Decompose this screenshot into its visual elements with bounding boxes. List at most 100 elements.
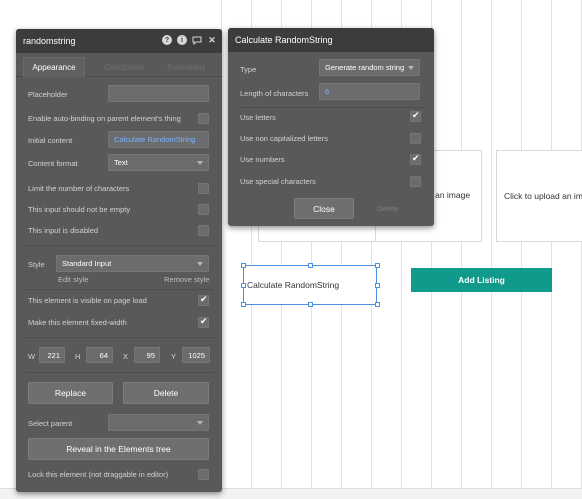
initial-content-input[interactable]: Calculate RandomString <box>108 131 209 148</box>
tab-appearance[interactable]: Appearance <box>23 57 85 77</box>
y-value: 1025 <box>188 350 205 360</box>
visible-on-load-label: This element is visible on page load <box>28 296 147 305</box>
select-parent-select[interactable] <box>108 414 209 431</box>
style-label: Style <box>28 260 45 269</box>
delete-action-link[interactable]: Delete <box>377 204 399 213</box>
use-numbers-label: Use numbers <box>240 155 285 164</box>
content-format-select[interactable]: Text <box>108 154 209 171</box>
placeholder-input[interactable] <box>108 85 209 102</box>
width-input[interactable]: 221 <box>39 347 65 363</box>
tab-bar: Appearance Conditional Transitions <box>16 53 222 77</box>
resize-handle[interactable] <box>308 302 313 307</box>
y-input[interactable]: 1025 <box>182 347 210 363</box>
type-value: Generate random string <box>325 63 405 72</box>
use-numbers-checkbox[interactable] <box>410 153 421 165</box>
resize-handle[interactable] <box>241 283 246 288</box>
content-format-value: Text <box>114 158 128 167</box>
workflow-action-panel: Calculate RandomString Type Generate ran… <box>228 28 434 226</box>
replace-button[interactable]: Replace <box>28 382 113 404</box>
divider <box>26 372 214 373</box>
tab-label: Conditional <box>103 62 145 72</box>
grid-line <box>491 0 492 499</box>
placeholder-label: Placeholder <box>28 90 68 99</box>
height-value: 64 <box>99 350 108 360</box>
tab-conditional[interactable]: Conditional <box>96 57 152 77</box>
not-empty-checkbox[interactable] <box>198 204 209 215</box>
style-select[interactable]: Standard Input <box>56 255 209 272</box>
action-panel-title: Calculate RandomString <box>235 35 333 45</box>
non-capitalized-label: Use non capitalized letters <box>240 134 328 143</box>
add-listing-button[interactable]: Add Listing <box>411 268 552 292</box>
fixed-width-label: Make this element fixed-width <box>28 318 127 327</box>
style-value: Standard Input <box>62 259 112 268</box>
delete-button[interactable]: Delete <box>123 382 209 404</box>
resize-handle[interactable] <box>241 302 246 307</box>
grid-line <box>551 0 552 499</box>
reveal-in-tree-button[interactable]: Reveal in the Elements tree <box>28 438 209 460</box>
lock-label: Lock this element (not draggable in edit… <box>28 470 169 479</box>
divider <box>238 107 426 108</box>
resize-handle[interactable] <box>375 283 380 288</box>
remove-style-link[interactable]: Remove style <box>164 275 209 284</box>
x-value: 95 <box>146 350 155 360</box>
divider <box>26 245 214 246</box>
comment-icon[interactable] <box>192 35 202 45</box>
initial-content-label: Initial content <box>28 136 73 145</box>
tab-transitions[interactable]: Transitions <box>159 57 213 77</box>
resize-handle[interactable] <box>241 263 246 268</box>
replace-label: Replace <box>54 388 87 398</box>
edit-style-link[interactable]: Edit style <box>58 275 88 284</box>
height-input[interactable]: 64 <box>86 347 113 363</box>
x-input[interactable]: 95 <box>134 347 160 363</box>
action-panel-header[interactable]: Calculate RandomString <box>228 28 434 52</box>
y-label: Y <box>171 352 177 361</box>
resize-handle[interactable] <box>375 263 380 268</box>
delete-label: Delete <box>153 388 179 398</box>
reveal-label: Reveal in the Elements tree <box>66 444 171 454</box>
image-uploader-label: d an image <box>428 190 471 200</box>
resize-handle[interactable] <box>375 302 380 307</box>
selected-input-element[interactable]: Calculate RandomString <box>243 265 377 305</box>
chevron-down-icon <box>197 261 203 266</box>
select-parent-label: Select parent <box>28 419 73 428</box>
close-label: Close <box>313 203 335 214</box>
disabled-checkbox[interactable] <box>198 225 209 236</box>
auto-binding-label: Enable auto-binding on parent element's … <box>28 114 181 123</box>
special-chars-checkbox[interactable] <box>410 176 421 187</box>
property-editor-panel: randomstring ? i ✕ Appearance Conditiona… <box>16 29 222 492</box>
special-chars-label: Use special characters <box>240 177 316 186</box>
lock-checkbox[interactable] <box>198 469 209 480</box>
tab-label: Appearance <box>32 63 76 72</box>
length-input[interactable]: 6 <box>319 83 420 100</box>
visible-on-load-checkbox[interactable] <box>198 294 209 306</box>
type-label: Type <box>240 65 257 74</box>
content-format-label: Content format <box>28 159 78 168</box>
limit-chars-checkbox[interactable] <box>198 183 209 194</box>
length-value: 6 <box>325 87 330 96</box>
type-select[interactable]: Generate random string <box>319 59 420 76</box>
fixed-width-checkbox[interactable] <box>198 316 209 328</box>
add-listing-label: Add Listing <box>458 275 505 285</box>
selected-input-text: Calculate RandomString <box>247 280 340 290</box>
disabled-label: This input is disabled <box>28 226 99 235</box>
height-label: H <box>75 352 81 361</box>
close-button[interactable]: Close <box>294 198 354 219</box>
initial-content-value: Calculate RandomString <box>114 135 196 144</box>
width-value: 221 <box>47 350 60 360</box>
close-icon[interactable]: ✕ <box>207 35 217 45</box>
image-uploader-label: Click to upload an im <box>504 191 582 201</box>
tab-label: Transitions <box>166 62 206 72</box>
auto-binding-checkbox[interactable] <box>198 113 209 124</box>
help-icon[interactable]: ? <box>162 35 172 45</box>
width-label: W <box>28 352 36 361</box>
non-capitalized-checkbox[interactable] <box>410 133 421 144</box>
info-icon[interactable]: i <box>177 35 187 45</box>
use-letters-checkbox[interactable] <box>410 110 421 122</box>
use-letters-label: Use letters <box>240 113 276 122</box>
resize-handle[interactable] <box>308 263 313 268</box>
property-editor-title: randomstring <box>23 36 76 46</box>
image-uploader[interactable]: Click to upload an im <box>496 150 582 242</box>
limit-chars-label: Limit the number of characters <box>28 184 130 193</box>
x-label: X <box>123 352 129 361</box>
length-label: Length of characters <box>240 89 309 98</box>
